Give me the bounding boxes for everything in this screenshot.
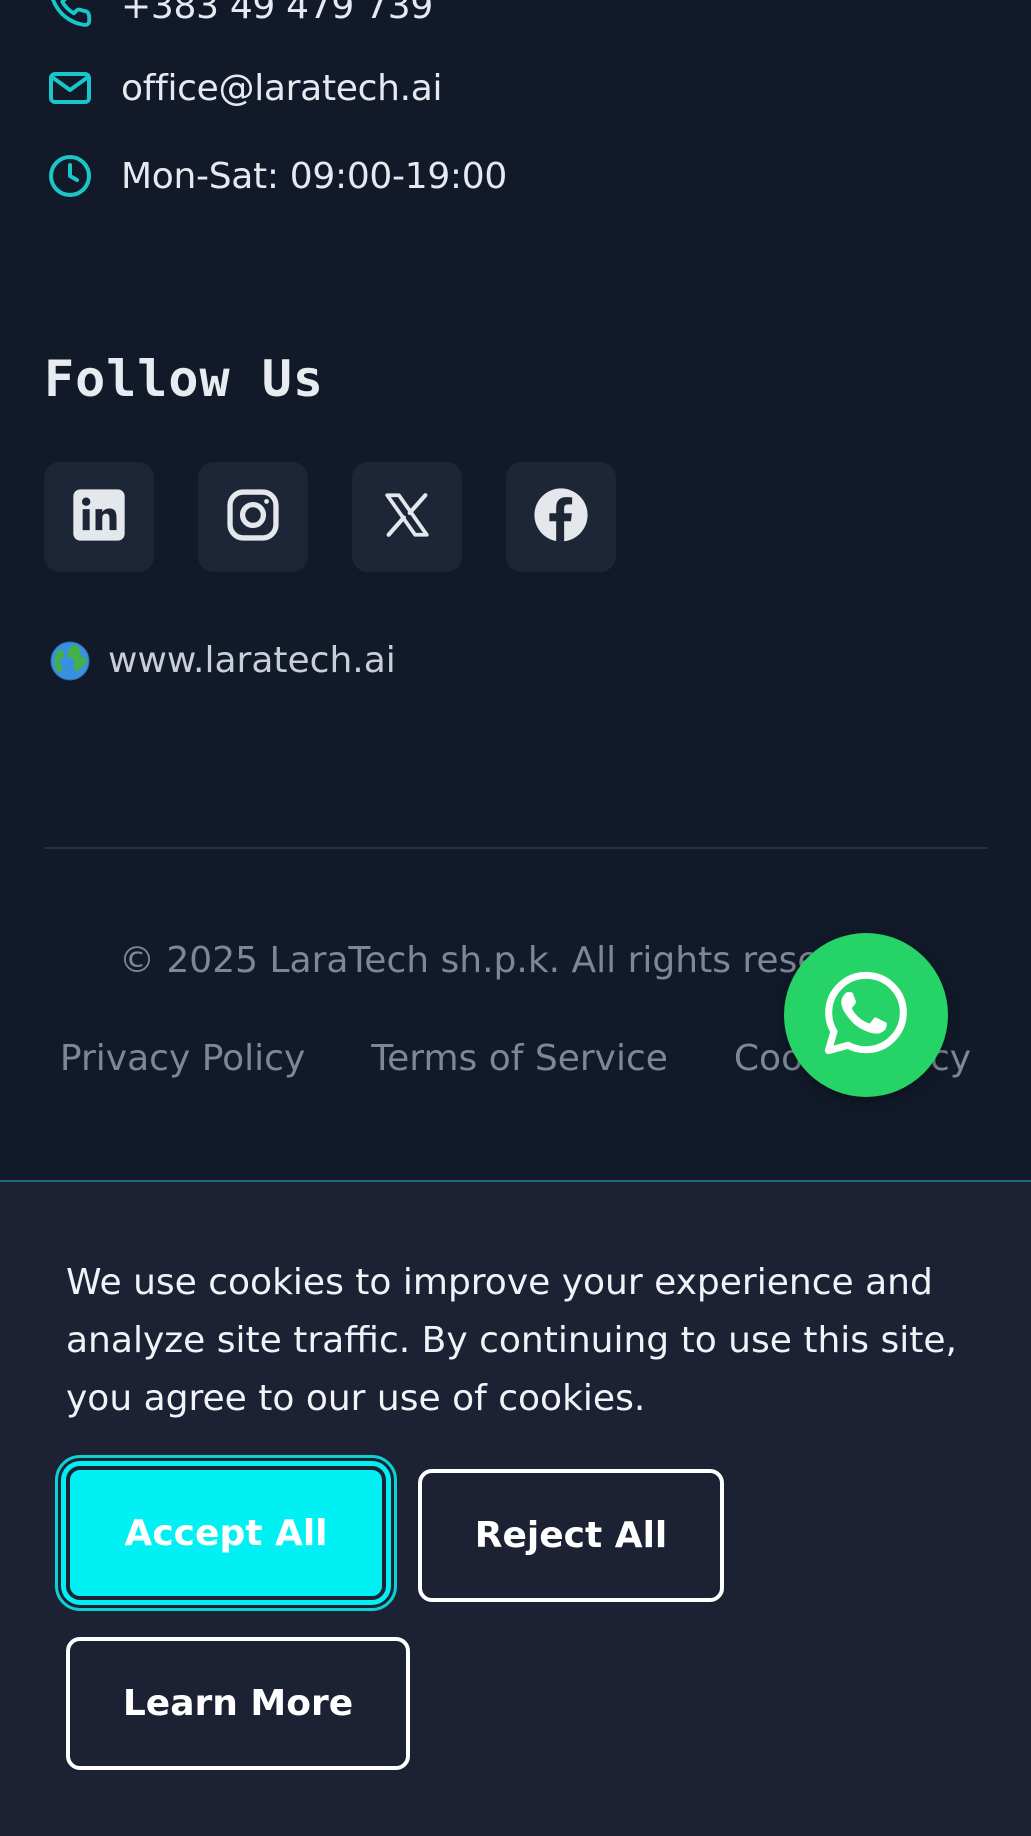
facebook-icon (532, 486, 590, 548)
whatsapp-icon (819, 966, 913, 1064)
social-links (44, 462, 616, 572)
cookie-banner: We use cookies to improve your experienc… (0, 1180, 1031, 1836)
learn-more-button[interactable]: Learn More (66, 1637, 410, 1770)
mail-icon (44, 62, 96, 114)
website-link[interactable]: www.laratech.ai (108, 640, 396, 681)
facebook-link[interactable] (506, 462, 616, 572)
whatsapp-button[interactable] (784, 933, 948, 1097)
follow-us-heading: Follow Us (44, 350, 324, 408)
linkedin-link[interactable] (44, 462, 154, 572)
linkedin-icon (71, 487, 127, 547)
reject-all-button[interactable]: Reject All (418, 1469, 724, 1602)
phone-icon (44, 0, 96, 32)
instagram-icon (224, 486, 282, 548)
contact-email-row[interactable]: office@laratech.ai (44, 62, 443, 114)
contact-phone[interactable]: +383 49 479 739 (121, 0, 433, 27)
terms-of-service-link[interactable]: Terms of Service (371, 1038, 668, 1079)
contact-email[interactable]: office@laratech.ai (121, 68, 443, 109)
globe-icon (50, 641, 90, 681)
accept-all-button[interactable]: Accept All (55, 1455, 397, 1611)
contact-hours: Mon-Sat: 09:00-19:00 (121, 155, 507, 197)
contact-hours-row: Mon-Sat: 09:00-19:00 (44, 150, 507, 202)
footer-divider (44, 847, 987, 849)
instagram-link[interactable] (198, 462, 308, 572)
privacy-policy-link[interactable]: Privacy Policy (60, 1038, 305, 1079)
contact-phone-row[interactable]: +383 49 479 739 (44, 0, 433, 32)
cookie-message: We use cookies to improve your experienc… (66, 1262, 957, 1419)
x-icon (382, 490, 432, 544)
website-row: www.laratech.ai (50, 640, 396, 681)
clock-icon (44, 150, 96, 202)
x-twitter-link[interactable] (352, 462, 462, 572)
